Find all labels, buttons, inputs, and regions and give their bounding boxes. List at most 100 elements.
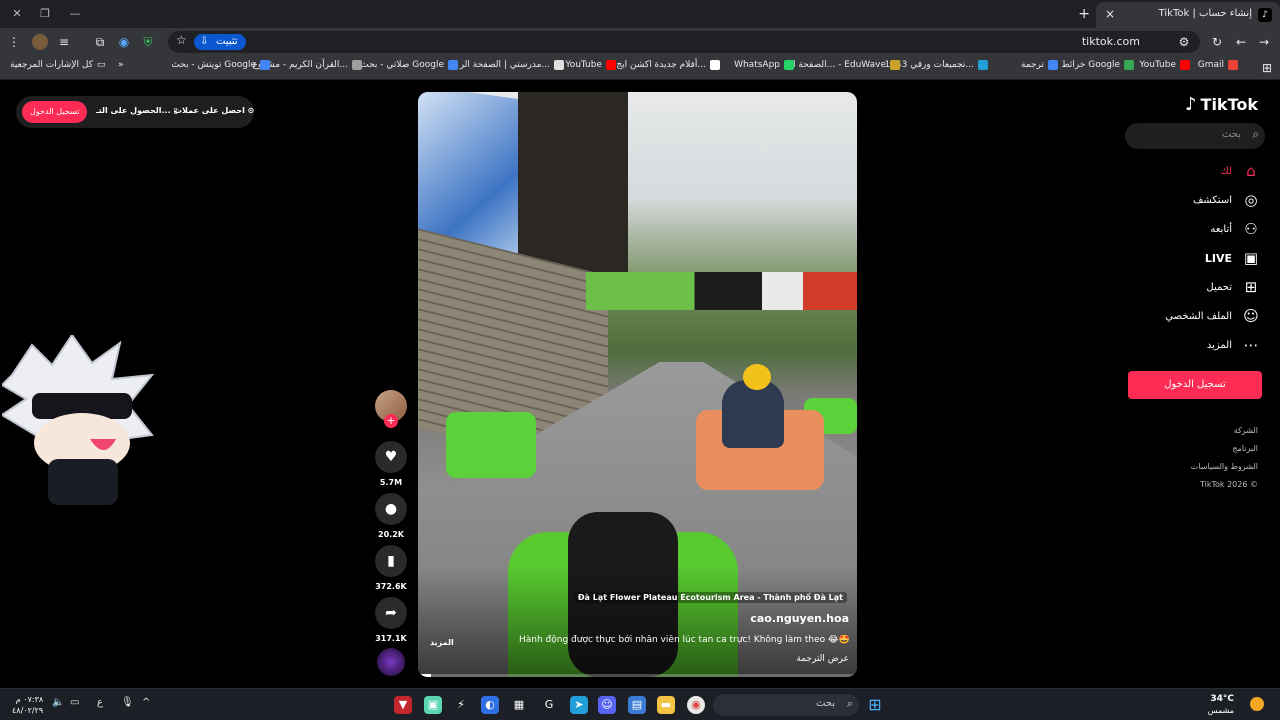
location-tag[interactable]: Đà Lạt Flower Plateau Ecotourism Area - …: [573, 592, 847, 603]
browser-title-bar: ✕ ❐ — + ♪ إنشاء حساب | TikTok ×: [0, 0, 1280, 28]
footer-link[interactable]: الشروط والسياسات: [1191, 462, 1258, 471]
language-indicator[interactable]: ع: [97, 697, 103, 708]
footer-link[interactable]: الشركة: [1234, 426, 1258, 435]
tiktok-logo[interactable]: ♪ TikTok: [1185, 94, 1258, 115]
like-action[interactable]: ♥ 5.7M: [375, 441, 407, 487]
g-app-icon[interactable]: G: [540, 696, 558, 714]
all-bookmarks-button[interactable]: كل الإشارات المرجعية ▭: [10, 60, 105, 70]
system-clock[interactable]: ٠٧:٣٨ م ٤٨/٠٢/٢٩: [12, 694, 43, 716]
save-action[interactable]: ▮ 372.6K: [375, 545, 407, 591]
close-window-button[interactable]: ✕: [8, 5, 26, 23]
get-coins-link[interactable]: احصل على عملات ⊙: [174, 106, 254, 115]
bookmark-item[interactable]: Gmail: [1198, 60, 1238, 70]
extensions-icon[interactable]: ⧉: [92, 34, 108, 50]
tab-close-icon[interactable]: ×: [1102, 6, 1118, 22]
minimize-window-button[interactable]: —: [66, 5, 84, 23]
capcut-icon[interactable]: ▦: [510, 696, 528, 714]
app-icon[interactable]: ▣: [424, 696, 442, 714]
microphone-icon[interactable]: 🎙: [121, 697, 134, 708]
sidebar-item-home[interactable]: ⌂ لك: [1221, 162, 1260, 180]
reload-icon[interactable]: ↻: [1209, 34, 1225, 50]
bookmark-star-icon[interactable]: ☆: [176, 33, 187, 47]
browser-tab[interactable]: ♪ إنشاء حساب | TikTok ×: [1096, 2, 1280, 28]
footer-link[interactable]: البرنامج: [1232, 444, 1258, 453]
get-app-link[interactable]: الحصول على التـ... ▯: [96, 106, 178, 115]
taskbar-search-input[interactable]: بحث ⌕: [713, 694, 859, 716]
store-icon[interactable]: ▤: [628, 696, 646, 714]
antivirus-icon[interactable]: ▼: [394, 696, 412, 714]
restore-window-button[interactable]: ❐: [36, 5, 54, 23]
video-player[interactable]: Đà Lạt Flower Plateau Ecotourism Area - …: [418, 92, 857, 677]
bookmark-item[interactable]: تجميعات ورقي 1443...: [884, 60, 988, 70]
discord-icon[interactable]: ☺: [598, 696, 616, 714]
bookmark-icon[interactable]: ▮: [375, 545, 407, 577]
home-icon: ⌂: [1246, 162, 1256, 180]
sidebar-item-profile[interactable]: ☺ الملف الشخصي: [1165, 307, 1260, 325]
apps-grid-icon[interactable]: ⊞: [1259, 60, 1275, 76]
volume-icon[interactable]: 🔈: [52, 697, 64, 708]
bookmark-item[interactable]: تويتش - بحث Google: [171, 60, 270, 70]
tray-overflow-icon[interactable]: ^: [142, 697, 150, 708]
sidebar-item-more[interactable]: ⋯ المزيد: [1207, 336, 1260, 354]
caption-more-link[interactable]: المزيد: [430, 638, 454, 647]
bookmark-item[interactable]: خرائط Google: [1061, 60, 1134, 70]
share-action[interactable]: ➦ 317.1K: [375, 597, 407, 643]
sun-icon: [1250, 697, 1264, 711]
bookmark-favicon-icon: [260, 60, 270, 70]
bookmark-item[interactable]: مدرستي | الصفحة الر...: [460, 60, 564, 70]
footer-link[interactable]: © TikTok 2026: [1200, 480, 1258, 489]
edge-icon[interactable]: ◐: [481, 696, 499, 714]
music-disc-icon[interactable]: [377, 648, 405, 676]
back-icon[interactable]: ←: [1233, 34, 1249, 50]
bookmark-item[interactable]: الصفحة ا... - EduWave: [793, 60, 900, 70]
profile-avatar[interactable]: [32, 34, 48, 50]
video-progress-bar[interactable]: [418, 674, 857, 677]
search-icon[interactable]: ⌕: [1252, 127, 1259, 142]
weather-widget[interactable]: 34°C مشمس: [1208, 694, 1234, 716]
new-tab-button[interactable]: +: [1078, 6, 1090, 22]
bookmark-item[interactable]: صلاتي - بحث Google: [360, 60, 458, 70]
winrar-icon[interactable]: ⚡: [452, 696, 470, 714]
bookmark-item[interactable]: أفلام جديدة اكشن ايج...: [616, 60, 720, 70]
comment-action[interactable]: ● 20.2K: [375, 493, 407, 539]
bookmark-item[interactable]: ترجمة: [1021, 60, 1058, 70]
sidebar-login-button[interactable]: تسجيل الدخول: [1128, 371, 1262, 399]
extension-audio-icon[interactable]: ◉: [116, 34, 132, 50]
media-control-icon[interactable]: ≡: [56, 34, 72, 50]
bookmark-item[interactable]: YouTube: [565, 60, 616, 70]
file-explorer-icon[interactable]: ▬: [657, 696, 675, 714]
menu-icon[interactable]: ⋮: [6, 34, 22, 50]
telegram-icon[interactable]: ➤: [570, 696, 588, 714]
windows-start-icon[interactable]: ⊞: [866, 696, 884, 714]
bookmark-item[interactable]: WhatsApp: [734, 60, 794, 70]
comment-icon[interactable]: ●: [375, 493, 407, 525]
sidebar-item-following[interactable]: ⚇ أتابعه: [1210, 220, 1260, 238]
get-app-label: الحصول على التـ...: [96, 106, 171, 115]
bookmark-item[interactable]: YouTube: [1139, 60, 1190, 70]
bookmark-label: الصفحة ا... - EduWave: [793, 60, 886, 70]
search-input[interactable]: بحث ⌕: [1125, 123, 1265, 149]
share-icon[interactable]: ➦: [375, 597, 407, 629]
chrome-icon[interactable]: ◉: [687, 696, 705, 714]
taskbar-search-icon: ⌕: [846, 697, 853, 710]
profile-icon: ☺: [1243, 307, 1259, 325]
see-translation-link[interactable]: عرض الترجمة: [796, 654, 849, 664]
follow-plus-icon[interactable]: +: [384, 414, 398, 428]
video-username[interactable]: cao.nguyen.hoa: [750, 612, 849, 625]
all-bookmarks-label: كل الإشارات المرجعية: [10, 60, 93, 70]
extension-shield-icon[interactable]: ⛨: [140, 34, 156, 50]
sidebar-item-upload[interactable]: ⊞ تحميل: [1206, 278, 1260, 296]
sidebar-item-compass[interactable]: ◎ استكشف: [1193, 191, 1260, 209]
top-login-button[interactable]: تسجيل الدخول: [22, 101, 88, 123]
heart-icon[interactable]: ♥: [375, 441, 407, 473]
install-app-button[interactable]: ⇩ تثبيت: [194, 34, 246, 50]
upload-icon: ⊞: [1244, 278, 1258, 296]
bookmarks-overflow-button[interactable]: »: [118, 60, 124, 70]
url-text[interactable]: tiktok.com: [1082, 35, 1140, 48]
site-settings-icon[interactable]: ⚙: [1176, 34, 1192, 50]
weather-condition: مشمس: [1207, 706, 1234, 715]
sidebar-item-live[interactable]: ▣ LIVE: [1205, 249, 1260, 267]
network-icon[interactable]: ▭: [70, 697, 79, 708]
address-bar[interactable]: ☆ ⇩ تثبيت tiktok.com ⚙: [168, 31, 1200, 53]
forward-icon[interactable]: →: [1256, 34, 1272, 50]
